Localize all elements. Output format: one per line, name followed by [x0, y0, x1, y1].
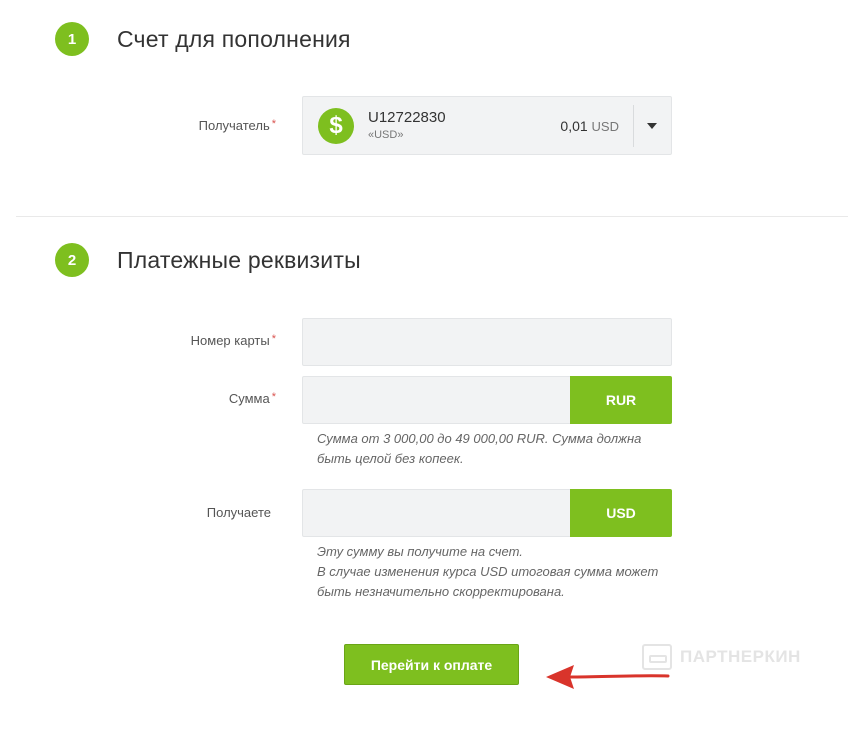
account-currency: «USD» [368, 129, 404, 141]
receive-input [302, 489, 571, 537]
card-number-label: Номер карты * [96, 333, 276, 348]
step-1-badge: 1 [55, 22, 89, 56]
section-title-account: Счет для пополнения [117, 26, 351, 52]
recipient-label-text: Получатель [198, 118, 270, 133]
amount-currency-badge: RUR [570, 376, 672, 424]
amount-label-text: Сумма [228, 391, 270, 406]
caret-down-icon[interactable] [647, 123, 657, 129]
amount-hint-line-2: быть целой без копеек. [317, 451, 464, 466]
amount-hint-line-1: Сумма от 3 000,00 до 49 000,00 RUR. Сумм… [317, 431, 642, 446]
receive-hint-line-3: быть незначительно скорректирована. [317, 584, 565, 599]
recipient-select[interactable]: $ U12722830 «USD» 0,01 USD [302, 96, 672, 155]
card-number-label-text: Номер карты [190, 333, 270, 348]
recipient-label: Получатель * [96, 118, 276, 133]
balance-currency: USD [591, 119, 619, 134]
receive-hint-line-1: Эту сумму вы получите на счет. [317, 544, 523, 559]
card-number-input[interactable] [302, 318, 672, 366]
section-title-payment: Платежные реквизиты [117, 247, 361, 273]
account-id: U12722830 [368, 109, 446, 126]
proceed-to-payment-button[interactable]: Перейти к оплате [344, 644, 519, 685]
account-balance: 0,01 USD [560, 118, 619, 134]
watermark-logo: ПАРТНЕРКИН [642, 644, 801, 670]
receive-hint: Эту сумму вы получите на счет. В случае … [317, 542, 658, 602]
amount-hint: Сумма от 3 000,00 до 49 000,00 RUR. Сумм… [317, 429, 641, 469]
select-separator [633, 105, 634, 147]
amount-input[interactable] [302, 376, 571, 424]
dollar-icon: $ [318, 108, 354, 144]
required-mark: * [271, 391, 276, 403]
watermark-text: ПАРТНЕРКИН [680, 647, 801, 666]
section-divider [16, 216, 848, 217]
receive-label: Получаете [91, 505, 271, 520]
receive-label-text: Получаете [206, 505, 271, 520]
receive-currency-badge: USD [570, 489, 672, 537]
watermark-icon [642, 644, 672, 670]
amount-label: Сумма * [96, 391, 276, 406]
receive-hint-line-2: В случае изменения курса USD итоговая су… [317, 564, 659, 579]
step-2-badge: 2 [55, 243, 89, 277]
required-mark: * [271, 118, 276, 130]
balance-value: 0,01 [560, 118, 588, 134]
required-mark: * [271, 333, 276, 345]
